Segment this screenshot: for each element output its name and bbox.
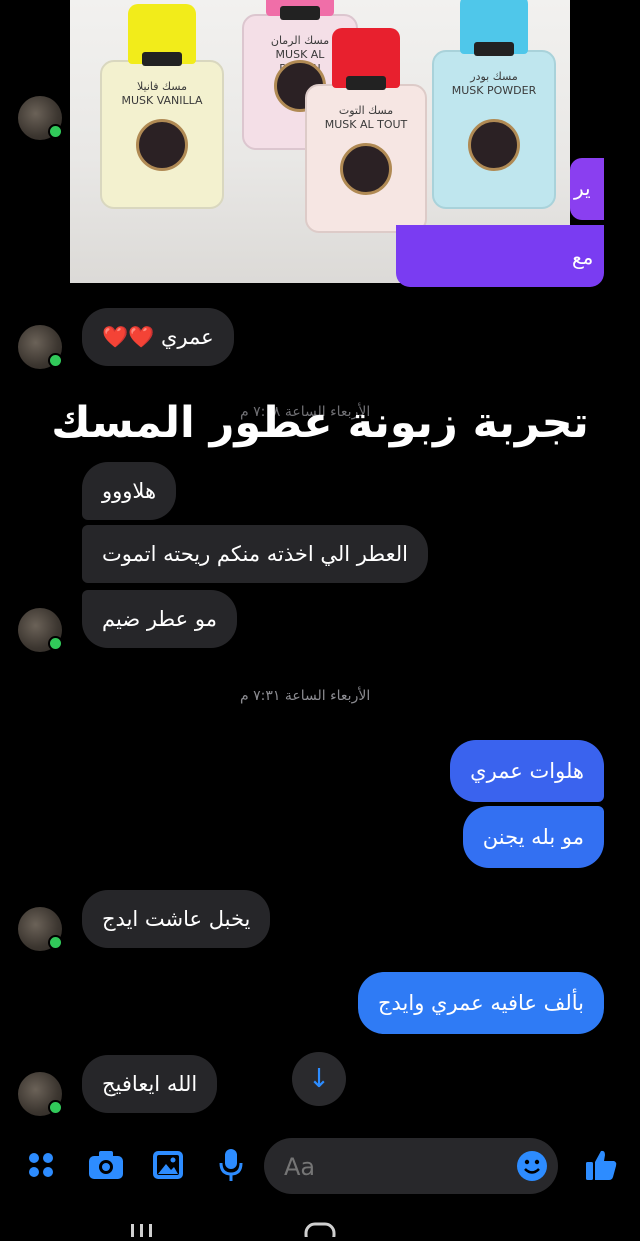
message-text: هلاووو <box>102 479 157 503</box>
arrow-down-icon: ↓ <box>308 1064 330 1094</box>
bottle-tout: مسك التوت MUSK AL TOUT <box>305 28 427 233</box>
overlay-headline: تجربة زبونة عطور المسك <box>51 398 589 448</box>
bottle-label-en: MUSK VANILLA <box>121 94 203 107</box>
grid-menu-icon[interactable] <box>26 1150 56 1186</box>
avatar[interactable] <box>18 608 63 652</box>
bottle-vanilla: مسك فانيلا MUSK VANILLA <box>100 4 224 209</box>
partial-text: ير <box>574 176 591 200</box>
incoming-message[interactable]: الله ايعافيج <box>82 1055 218 1113</box>
emblem-icon <box>340 143 392 195</box>
online-indicator <box>48 935 63 950</box>
outgoing-bubble-partial[interactable]: مع <box>396 225 604 287</box>
outgoing-bubble-partial[interactable]: ير <box>570 158 604 220</box>
scroll-down-button[interactable]: ↓ <box>292 1052 346 1106</box>
message-text: عمري ❤️❤️ <box>102 325 214 349</box>
message-text: الله ايعافيج <box>102 1072 198 1096</box>
bottle-label-ar: مسك فانيلا <box>136 80 188 93</box>
gallery-icon[interactable] <box>152 1150 184 1186</box>
avatar[interactable] <box>18 325 63 369</box>
outgoing-message[interactable]: بألف عافيه عمري وايدج <box>357 972 604 1034</box>
incoming-message[interactable]: عمري ❤️❤️ <box>82 308 234 366</box>
avatar[interactable] <box>18 1072 63 1116</box>
bottle-powder: مسك بودر MUSK POWDER <box>432 0 556 209</box>
message-text: العطر الي اخذته منكم ريحته اتموت <box>102 542 408 566</box>
emoji-icon[interactable] <box>516 1150 548 1182</box>
bottle-label-en: MUSK AL TOUT <box>324 118 408 131</box>
timestamp: الأربعاء الساعة ٧:٣١ م <box>240 688 371 704</box>
bottle-label-ar: مسك التوت <box>338 104 394 117</box>
nav-home-button[interactable] <box>300 1220 340 1241</box>
message-text: مو عطر ضيم <box>102 607 217 631</box>
message-text: هلوات عمري <box>470 759 584 783</box>
nav-recents-button[interactable] <box>128 1220 156 1237</box>
online-indicator <box>48 636 63 651</box>
message-text: بألف عافيه عمري وايدج <box>377 991 584 1015</box>
incoming-message[interactable]: مو عطر ضيم <box>82 590 237 648</box>
thumbs-up-icon[interactable] <box>584 1148 618 1188</box>
online-indicator <box>48 353 63 368</box>
bottle-label-en: MUSK POWDER <box>451 84 537 97</box>
bottle-label-ar: مسك بودر <box>470 70 518 83</box>
bottle-label-ar: مسك الرمان <box>270 34 330 47</box>
incoming-message[interactable]: يخبل عاشت ايدج <box>82 890 271 948</box>
outgoing-message[interactable]: مو بله يجنن <box>462 806 604 868</box>
incoming-message[interactable]: العطر الي اخذته منكم ريحته اتموت <box>82 525 428 583</box>
camera-icon[interactable] <box>88 1150 124 1186</box>
avatar[interactable] <box>18 907 63 951</box>
partial-text: مع <box>572 245 594 269</box>
online-indicator <box>48 124 63 139</box>
message-text: يخبل عاشت ايدج <box>102 907 251 931</box>
incoming-message[interactable]: هلاووو <box>82 462 177 520</box>
microphone-icon[interactable] <box>218 1148 244 1188</box>
message-text: مو بله يجنن <box>482 825 584 849</box>
emblem-icon <box>136 119 188 171</box>
message-input[interactable] <box>282 1138 506 1196</box>
message-composer[interactable] <box>264 1138 558 1196</box>
online-indicator <box>48 1100 63 1115</box>
outgoing-message[interactable]: هلوات عمري <box>450 740 604 802</box>
avatar[interactable] <box>18 96 63 140</box>
emblem-icon <box>468 119 520 171</box>
